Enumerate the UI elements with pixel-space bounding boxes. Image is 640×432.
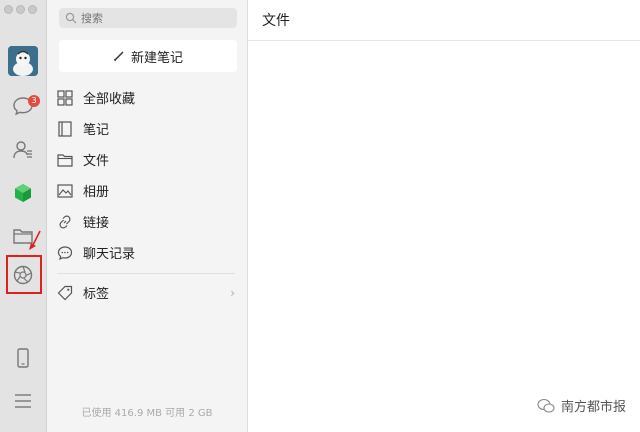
menu-item-label: 标签 — [83, 287, 110, 302]
search-icon — [65, 12, 77, 24]
menu-item-links[interactable]: 链接 — [47, 206, 247, 237]
tag-icon — [56, 284, 74, 302]
grid-icon — [56, 89, 74, 107]
icon-rail: 3 — [0, 0, 47, 432]
new-note-label: 新建笔记 — [130, 50, 183, 66]
new-note-button[interactable]: 新建笔记 — [59, 40, 237, 72]
phone-icon[interactable] — [10, 345, 36, 371]
menu-icon[interactable] — [10, 388, 36, 414]
wechat-logo-icon — [537, 398, 555, 413]
divider — [57, 273, 235, 274]
menu-item-label: 链接 — [83, 216, 110, 231]
close-window-button[interactable] — [4, 5, 13, 14]
avatar[interactable] — [8, 46, 38, 76]
mini-program-icon[interactable] — [10, 180, 36, 206]
favorites-panel: 新建笔记 全部收藏 — [47, 0, 248, 432]
image-icon — [56, 182, 74, 200]
favorites-icon[interactable] — [10, 262, 36, 288]
avatar-image — [8, 46, 38, 76]
page-title: 文件 — [248, 0, 640, 41]
zoom-window-button[interactable] — [28, 5, 37, 14]
search-input[interactable] — [81, 11, 221, 25]
link-icon — [56, 213, 74, 231]
search-box[interactable] — [59, 8, 237, 28]
menu-item-label: 笔记 — [83, 123, 110, 138]
watermark: 南方都市报 — [537, 396, 626, 415]
storage-usage: 已使用 416.9 MB 可用 2 GB — [81, 408, 213, 419]
menu-item-album[interactable]: 相册 — [47, 175, 247, 206]
menu-item-all-favorites[interactable]: 全部收藏 — [47, 82, 247, 113]
unread-badge: 3 — [28, 95, 40, 107]
menu-item-label: 相册 — [83, 185, 110, 200]
menu-item-tags[interactable]: 标签 › — [47, 277, 247, 308]
notebook-icon — [56, 120, 74, 138]
folder-icon — [56, 151, 74, 169]
menu-item-notes[interactable]: 笔记 — [47, 113, 247, 144]
contacts-icon[interactable] — [10, 137, 36, 163]
menu-item-chat-records[interactable]: 聊天记录 — [47, 237, 247, 268]
app-window: 3 搜索 新建笔记 全部收藏 笔记 文件 相册 链接 聊天记录 标签 › 已使用… — [0, 0, 640, 432]
menu-item-label: 文件 — [83, 154, 110, 169]
menu-item-label: 聊天记录 — [83, 247, 136, 262]
watermark-text: 南方都市报 — [560, 400, 626, 415]
pointer-arrow-icon — [29, 230, 41, 250]
chevron-right-icon: › — [230, 285, 235, 300]
menu-item-label: 全部收藏 — [83, 92, 136, 107]
minimize-window-button[interactable] — [16, 5, 25, 14]
window-controls — [4, 5, 37, 14]
main-content: 文件 南方都市报 — [248, 0, 640, 432]
chat-record-icon — [56, 244, 74, 262]
menu-item-files[interactable]: 文件 — [47, 144, 247, 175]
pencil-icon — [113, 51, 124, 62]
